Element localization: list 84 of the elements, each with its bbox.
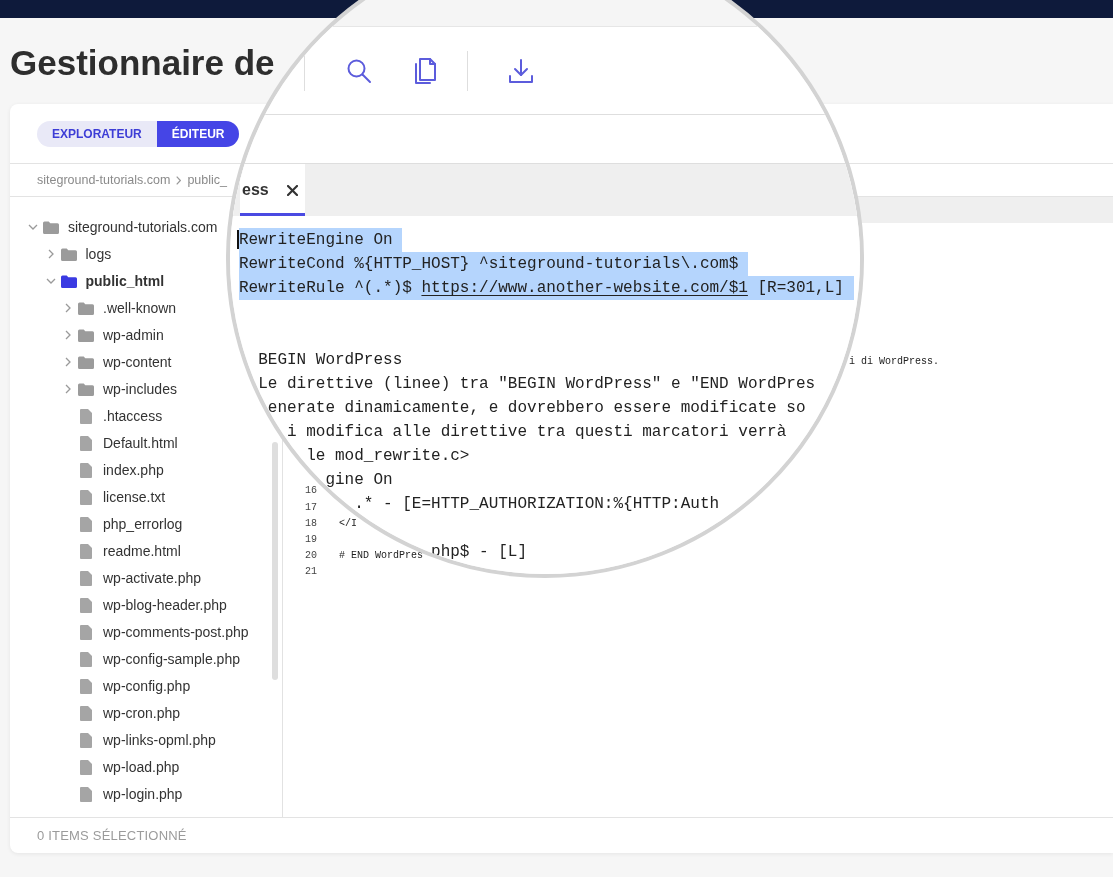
- chevron-right-icon[interactable]: [65, 357, 71, 367]
- code-text: i modifica alle direttive tra questi marcatori verrà: [287, 423, 787, 441]
- tree-item[interactable]: index.php: [78, 462, 164, 478]
- view-tab[interactable]: ÉDITEUR: [156, 120, 240, 147]
- file-icon: [80, 705, 92, 721]
- line-number: 16: [305, 485, 317, 497]
- tree-item[interactable]: public_html: [60, 273, 165, 289]
- chevron-down-icon[interactable]: [28, 224, 38, 230]
- tree-item[interactable]: wp-config.php: [78, 678, 191, 694]
- code-text: RewriteEngine On: [239, 228, 403, 252]
- line-number: 20: [305, 550, 317, 562]
- tree-item[interactable]: wp-load.php: [78, 759, 180, 775]
- tree-item[interactable]: wp-includes: [78, 381, 177, 397]
- tree-item[interactable]: wp-config-sample.php: [78, 651, 240, 667]
- folder-icon: [60, 274, 77, 288]
- code-text: gine On: [325, 471, 393, 489]
- code-text: </I: [339, 517, 357, 529]
- file-icon: [80, 786, 92, 802]
- file-icon: [80, 516, 92, 532]
- folder-icon: [78, 382, 94, 396]
- tree-item[interactable]: wp-comments-post.php: [78, 624, 249, 640]
- close-icon[interactable]: [287, 184, 298, 196]
- scrollbar-thumb[interactable]: [272, 442, 278, 680]
- file-icon: [80, 462, 92, 478]
- code-text: i di WordPress.: [849, 355, 939, 367]
- tree-item[interactable]: license.txt: [78, 489, 166, 505]
- code-text: BEGIN WordPress: [258, 351, 403, 369]
- line-number: 21: [305, 566, 317, 578]
- tree-item[interactable]: .well-known: [78, 300, 177, 316]
- file-icon: [80, 489, 92, 505]
- tree-item[interactable]: php_errorlog: [78, 516, 183, 532]
- tree-item[interactable]: wp-login.php: [78, 786, 183, 802]
- page-title: Gestionnaire de: [10, 44, 275, 80]
- file-icon: [80, 570, 92, 586]
- file-icon: [80, 408, 92, 424]
- tree-item[interactable]: logs: [60, 246, 112, 262]
- code-link[interactable]: https://www.another-website.com/$1: [421, 276, 748, 300]
- chevron-right-icon: [176, 175, 182, 185]
- file-icon: [80, 678, 92, 694]
- tree-item[interactable]: readme.html: [78, 543, 181, 559]
- code-text: RewriteCond %{HTTP_HOST} ^siteground-tutorials\.com$: [239, 252, 748, 276]
- folder-icon: [78, 301, 94, 315]
- code-text: le mod_rewrite.c>: [306, 447, 470, 465]
- code-text: [R=301,L]: [747, 276, 854, 300]
- folder-icon: [78, 328, 94, 342]
- code-text: .* - [E=HTTP_AUTHORIZATION:%{HTTP:Auth: [354, 495, 720, 513]
- tree-item[interactable]: wp-links-opml.php: [78, 732, 216, 748]
- file-icon: [80, 624, 92, 640]
- folder-icon: [60, 247, 77, 261]
- download-icon[interactable]: [508, 57, 534, 84]
- tree-item[interactable]: wp-activate.php: [78, 570, 202, 586]
- code-text: RewriteRule ^(.*)$: [239, 276, 422, 300]
- chevron-right-icon[interactable]: [47, 249, 54, 259]
- tree-item[interactable]: wp-content: [78, 354, 172, 370]
- chevron-right-icon[interactable]: [65, 384, 71, 394]
- breadcrumb-link[interactable]: public_: [187, 173, 228, 187]
- file-icon: [80, 651, 92, 667]
- folder-icon: [43, 220, 59, 234]
- line-number: 19: [305, 534, 317, 545]
- code-text: # END WordPres: [339, 550, 423, 562]
- folder-icon: [78, 355, 94, 369]
- chevron-down-icon[interactable]: [45, 278, 56, 284]
- code-text: enerate dinamicamente, e dovrebbero essere modificate so: [267, 399, 806, 417]
- view-tab[interactable]: EXPLORATEUR: [37, 120, 157, 147]
- file-icon: [80, 759, 92, 775]
- tree-item[interactable]: wp-cron.php: [78, 705, 181, 721]
- tree-item[interactable]: wp-admin: [78, 327, 164, 343]
- line-number: 18: [305, 517, 317, 529]
- file-tab[interactable]: ess: [240, 164, 305, 216]
- file-icon: [80, 543, 92, 559]
- chevron-right-icon[interactable]: [65, 303, 71, 313]
- chevron-right-icon[interactable]: [65, 330, 71, 340]
- code-text: Le direttive (linee) tra "BEGIN WordPress" e "END WordPres: [258, 375, 816, 393]
- selection-count: 0 ITEMS SÉLECTIONNÉ: [37, 828, 187, 843]
- tree-item[interactable]: Default.html: [78, 435, 178, 451]
- file-icon: [80, 597, 92, 613]
- file-icon: [80, 435, 92, 451]
- search-icon[interactable]: [346, 57, 372, 84]
- tree-item[interactable]: siteground-tutorials.com: [43, 219, 218, 235]
- breadcrumb-link[interactable]: siteground-tutorials.com: [37, 173, 171, 187]
- line-number: 17: [305, 501, 317, 513]
- tree-item[interactable]: .htaccess: [78, 408, 163, 424]
- file-icon: [80, 732, 92, 748]
- tree-item[interactable]: wp-blog-header.php: [78, 597, 227, 613]
